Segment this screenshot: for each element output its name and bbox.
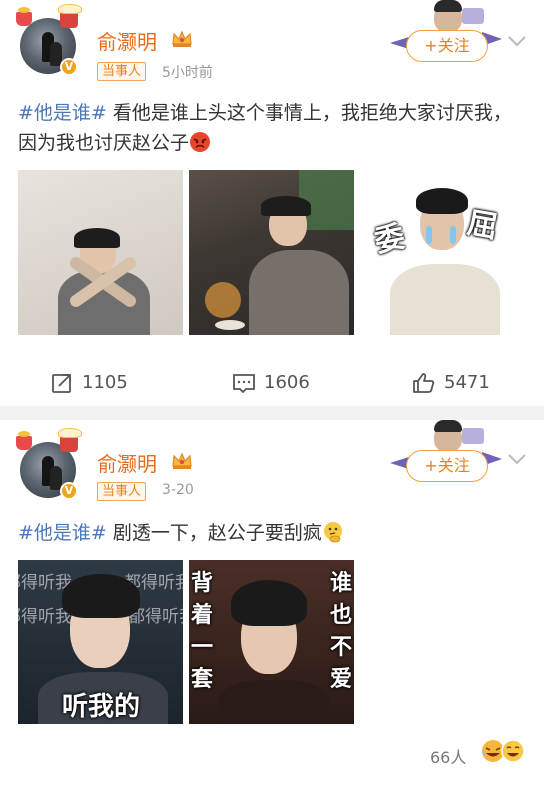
laugh-emoji-icon: [501, 739, 525, 763]
author-avatar[interactable]: V: [16, 4, 82, 76]
author-tag: 当事人: [97, 482, 147, 501]
chevron-down-icon[interactable]: [506, 30, 528, 52]
like-icon: [413, 373, 435, 393]
image-caption: 听我的: [62, 692, 141, 722]
like-count: 5471: [444, 372, 490, 393]
repost-count: 1105: [82, 372, 128, 393]
sticker-text: 委: [371, 219, 409, 260]
post-text: #他是谁# 看他是谁上头这个事情上，我拒绝大家讨厌我，因为我也讨厌赵公子: [18, 98, 530, 158]
author-name[interactable]: 俞灏明: [97, 26, 157, 55]
hashtag-link[interactable]: #他是谁#: [18, 102, 107, 124]
follow-widget: +关注: [386, 420, 504, 492]
repost-icon: [52, 374, 71, 393]
post-body-text: 剧透一下，赵公子要刮疯: [106, 522, 322, 544]
image-vertical-text: 谁 也 不 爱: [330, 571, 353, 692]
post-1: V 俞灏明 当事人 5小时前 +关注 #他是谁# 看他是谁上头这个事情上，我拒绝…: [0, 0, 544, 406]
follow-button[interactable]: +关注: [406, 450, 488, 482]
post-2: V 俞灏明 当事人 3-20 +关注 #他是谁# 剧透一下，赵公子要刮疯 部得听…: [0, 420, 544, 800]
post-time: 5小时前: [162, 65, 213, 81]
post-image[interactable]: [189, 170, 354, 335]
post-text: #他是谁# 剧透一下，赵公子要刮疯: [18, 518, 530, 548]
sticker-text: 屈: [464, 205, 501, 246]
post-image-sticker[interactable]: 委 屈: [360, 170, 525, 335]
author-avatar[interactable]: V: [16, 428, 82, 500]
post-image[interactable]: [18, 170, 183, 335]
follow-widget: +关注: [386, 0, 504, 72]
post-image[interactable]: 部得听我 都得听我 部得听我 都得听我 听我的: [18, 560, 183, 724]
avatar-decoration-pot: [16, 431, 32, 450]
post-time: 3-20: [162, 482, 194, 498]
author-tag: 当事人: [97, 62, 147, 81]
comment-count: 1606: [264, 372, 310, 393]
follow-avatar-decoration: [434, 420, 462, 452]
follow-card-decoration: [462, 8, 484, 24]
hashtag-link[interactable]: #他是谁#: [18, 522, 107, 544]
crown-icon: [172, 452, 192, 469]
avatar-decoration-popcorn: [58, 428, 82, 452]
angry-emoji-icon: [190, 132, 211, 152]
avatar-decoration-popcorn: [58, 4, 82, 28]
author-name[interactable]: 俞灏明: [97, 448, 157, 477]
reaction-count[interactable]: 66人: [430, 744, 466, 768]
thinking-emoji-icon: [323, 522, 342, 543]
crown-icon: [172, 30, 192, 47]
chevron-down-icon[interactable]: [506, 448, 528, 470]
post-separator: [0, 406, 544, 420]
verified-badge-icon: V: [60, 58, 78, 76]
verified-badge-icon: V: [60, 482, 78, 500]
avatar-decoration-pot: [16, 7, 32, 26]
comment-icon: [233, 374, 255, 394]
follow-card-decoration: [462, 428, 484, 444]
post-image[interactable]: 背 着 一 套 谁 也 不 爱: [189, 560, 354, 724]
follow-button[interactable]: +关注: [406, 30, 488, 62]
follow-avatar-decoration: [434, 0, 462, 32]
image-vertical-text: 背 着 一 套: [191, 571, 214, 692]
